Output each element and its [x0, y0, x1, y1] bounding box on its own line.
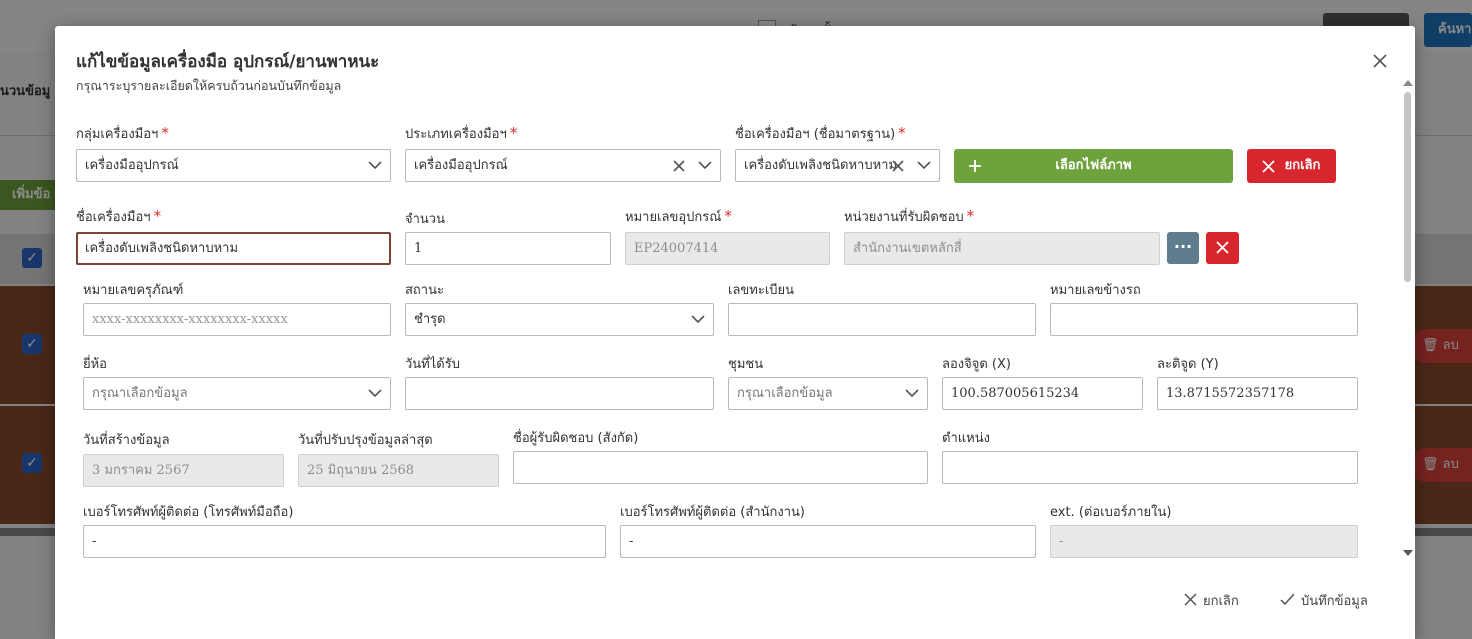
close-icon	[1216, 241, 1229, 254]
footer-cancel-button[interactable]: ยกเลิก	[1184, 590, 1239, 611]
status-label: สถานะ	[405, 283, 444, 298]
tool-group-value: เครื่องมืออุปกรณ์	[85, 158, 179, 173]
community-label: ชุมชน	[728, 357, 764, 372]
plus-icon	[969, 160, 981, 172]
chevron-down-icon	[698, 161, 712, 170]
scroll-up-icon[interactable]	[1402, 79, 1414, 87]
received-date-label: วันที่ได้รับ	[405, 357, 460, 372]
footer-cancel-label: ยกเลิก	[1203, 594, 1239, 609]
position-input[interactable]	[942, 451, 1358, 484]
responsible-unit-label: หน่วยงานที่รับผิดชอบ *	[844, 207, 975, 225]
asset-number-input[interactable]: xxxx-xxxxxxxx-xxxxxxxx-xxxxx	[83, 303, 391, 336]
footer-save-label: บันทึกข้อมูล	[1301, 594, 1368, 609]
community-select[interactable]: กรุณาเลือกข้อมูล	[728, 377, 928, 410]
longitude-label: ลองจิจูด (X)	[942, 357, 1011, 372]
brand-select[interactable]: กรุณาเลือกข้อมูล	[83, 377, 391, 410]
updated-date-label: วันที่ปรับปรุงข้อมูลล่าสุด	[298, 433, 433, 448]
responsible-unit-input: สำนักงานเขตหลักสี่	[844, 232, 1160, 265]
asset-number-placeholder: xxxx-xxxxxxxx-xxxxxxxx-xxxxx	[92, 312, 288, 327]
edit-equipment-modal: แก้ไขข้อมูลเครื่องมือ อุปกรณ์/ยานพาหนะ ก…	[55, 26, 1415, 639]
footer-save-button[interactable]: บันทึกข้อมูล	[1280, 590, 1368, 611]
status-select[interactable]: ชำรุด	[405, 303, 714, 336]
latitude-input[interactable]: 13.8715572357178	[1157, 377, 1358, 410]
received-date-input[interactable]	[405, 377, 714, 410]
tool-name-label: ชื่อเครื่องมือฯ *	[76, 207, 162, 225]
equipment-number-label: หมายเลขอุปกรณ์ *	[625, 207, 732, 225]
responsible-unit-value: สำนักงานเขตหลักสี่	[853, 241, 962, 256]
extension-input: -	[1050, 525, 1358, 558]
scrollbar-thumb[interactable]	[1404, 92, 1411, 282]
extension-value: -	[1059, 534, 1064, 549]
office-phone-input[interactable]: -	[620, 525, 1036, 558]
more-options-button[interactable]: ···	[1167, 232, 1199, 264]
latitude-value: 13.8715572357178	[1166, 386, 1295, 401]
side-number-label: หมายเลขข้างรถ	[1050, 283, 1141, 298]
tool-type-value: เครื่องมืออุปกรณ์	[414, 158, 508, 173]
equipment-number-input: EP24007414	[625, 232, 830, 265]
tool-type-select[interactable]: เครื่องมืออุปกรณ์	[405, 149, 721, 182]
registration-number-input[interactable]	[728, 303, 1036, 336]
status-value: ชำรุด	[414, 312, 446, 327]
tool-type-label: ประเภทเครื่องมือฯ *	[405, 124, 518, 142]
office-phone-value: -	[629, 534, 634, 549]
clear-icon[interactable]	[891, 159, 905, 173]
chevron-down-icon	[691, 315, 705, 324]
tool-standard-name-value: เครื่องดับเพลิงชนิดหาบหาม	[744, 158, 898, 173]
chevron-down-icon	[905, 389, 919, 398]
clear-icon[interactable]	[672, 159, 686, 173]
select-image-button[interactable]: เลือกไฟล์ภาพ	[954, 149, 1233, 183]
mobile-phone-label: เบอร์โทรศัพท์ผู้ติดต่อ (โทรศัพท์มือถือ)	[83, 505, 294, 520]
quantity-input[interactable]: 1	[405, 232, 611, 265]
chevron-down-icon	[368, 161, 382, 170]
community-value: กรุณาเลือกข้อมูล	[737, 386, 833, 401]
responsible-person-input[interactable]	[513, 451, 928, 484]
created-date-input: 3 มกราคม 2567	[83, 454, 284, 487]
tool-name-input[interactable]: เครื่องดับเพลิงชนิดหาบหาม	[76, 232, 391, 265]
tool-name-value: เครื่องดับเพลิงชนิดหาบหาม	[85, 241, 239, 256]
select-image-label: เลือกไฟล์ภาพ	[1055, 158, 1132, 173]
latitude-label: ละติจูด (Y)	[1157, 357, 1219, 372]
longitude-input[interactable]: 100.587005615234	[942, 377, 1143, 410]
updated-date-value: 25 มิถุนายน 2568	[307, 463, 415, 478]
tool-standard-name-label: ชื่อเครื่องมือฯ (ชื่อมาตรฐาน) *	[735, 124, 906, 142]
created-date-value: 3 มกราคม 2567	[92, 463, 190, 478]
tool-group-select[interactable]: เครื่องมืออุปกรณ์	[76, 149, 391, 182]
brand-label: ยี่ห้อ	[83, 357, 107, 372]
quantity-value: 1	[414, 241, 423, 256]
close-icon	[1184, 593, 1197, 606]
office-phone-label: เบอร์โทรศัพท์ผู้ติดต่อ (สำนักงาน)	[620, 505, 805, 520]
tool-group-label: กลุ่มเครื่องมือฯ *	[76, 124, 169, 142]
check-icon	[1280, 593, 1295, 606]
updated-date-input: 25 มิถุนายน 2568	[298, 454, 499, 487]
equipment-number-value: EP24007414	[634, 241, 719, 256]
close-icon	[1262, 160, 1275, 173]
cancel-image-button[interactable]: ยกเลิก	[1247, 149, 1336, 183]
side-number-input[interactable]	[1050, 303, 1358, 336]
extension-label: ext. (ต่อเบอร์ภายใน)	[1050, 505, 1172, 520]
modal-title: แก้ไขข้อมูลเครื่องมือ อุปกรณ์/ยานพาหนะ	[76, 52, 380, 72]
mobile-phone-input[interactable]: -	[83, 525, 606, 558]
registration-number-label: เลขทะเบียน	[728, 283, 795, 298]
created-date-label: วันที่สร้างข้อมูล	[83, 433, 170, 448]
responsible-person-label: ชื่อผู้รับผิดชอบ (สังกัด)	[513, 431, 639, 446]
clear-unit-button[interactable]	[1206, 232, 1239, 264]
tool-standard-name-select[interactable]: เครื่องดับเพลิงชนิดหาบหาม	[735, 149, 940, 182]
chevron-down-icon	[917, 161, 931, 170]
quantity-label: จำนวน	[405, 212, 445, 227]
modal-subtitle: กรุณาระบุรายละเอียดให้ครบถ้วนก่อนบันทึกข…	[76, 78, 342, 93]
asset-number-label: หมายเลขครุภัณฑ์	[83, 283, 184, 298]
close-icon[interactable]	[1369, 50, 1391, 72]
position-label: ตำแหน่ง	[942, 431, 990, 446]
scroll-down-icon[interactable]	[1402, 549, 1414, 557]
mobile-phone-value: -	[92, 534, 97, 549]
longitude-value: 100.587005615234	[951, 386, 1080, 401]
brand-value: กรุณาเลือกข้อมูล	[92, 386, 188, 401]
chevron-down-icon	[368, 389, 382, 398]
